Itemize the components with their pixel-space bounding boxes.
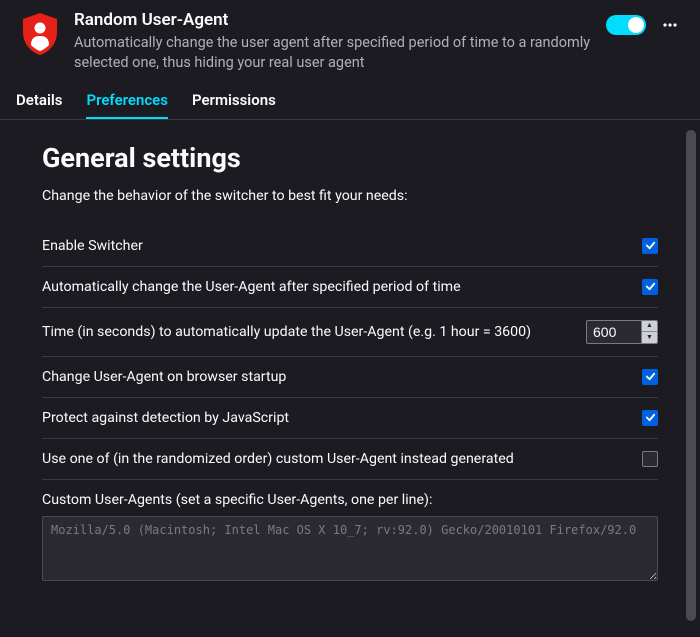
row-custom-list: Custom User-Agents (set a specific User-…	[42, 492, 658, 585]
interval-input[interactable]	[587, 321, 641, 343]
row-auto-change: Automatically change the User-Agent afte…	[42, 267, 658, 308]
tab-bar: Details Preferences Permissions	[0, 82, 700, 120]
section-description: Change the behavior of the switcher to b…	[42, 188, 658, 204]
tab-preferences[interactable]: Preferences	[86, 82, 168, 119]
extension-description: Automatically change the user agent afte…	[74, 33, 596, 74]
label-use-custom: Use one of (in the randomized order) cus…	[42, 451, 630, 467]
row-on-startup: Change User-Agent on browser startup	[42, 357, 658, 398]
interval-step-up[interactable]: ▲	[642, 321, 657, 333]
extension-header: Random User-Agent Automatically change t…	[0, 0, 700, 82]
label-enable-switcher: Enable Switcher	[42, 238, 630, 254]
tab-permissions[interactable]: Permissions	[192, 82, 276, 119]
interval-spinner: ▲ ▼	[641, 321, 657, 343]
extension-title: Random User-Agent	[74, 9, 596, 31]
checkbox-enable-switcher[interactable]	[642, 238, 658, 254]
checkbox-on-startup[interactable]	[642, 369, 658, 385]
row-enable-switcher: Enable Switcher	[42, 226, 658, 267]
custom-ua-textarea[interactable]	[42, 516, 658, 581]
label-protect-js: Protect against detection by JavaScript	[42, 410, 630, 426]
row-protect-js: Protect against detection by JavaScript	[42, 398, 658, 439]
shield-user-icon	[16, 9, 64, 57]
interval-input-wrapper: ▲ ▼	[586, 320, 658, 344]
checkbox-protect-js[interactable]	[642, 410, 658, 426]
section-heading: General settings	[42, 142, 658, 174]
label-interval: Time (in seconds) to automatically updat…	[42, 324, 574, 340]
scrollbar[interactable]	[686, 130, 696, 621]
interval-step-down[interactable]: ▼	[642, 332, 657, 343]
row-interval: Time (in seconds) to automatically updat…	[42, 308, 658, 357]
preferences-panel: General settings Change the behavior of …	[0, 120, 700, 631]
tab-details[interactable]: Details	[16, 82, 62, 119]
label-auto-change: Automatically change the User-Agent afte…	[42, 279, 630, 295]
checkbox-auto-change[interactable]	[642, 279, 658, 295]
checkbox-use-custom[interactable]	[642, 451, 658, 467]
row-use-custom: Use one of (in the randomized order) cus…	[42, 439, 658, 480]
label-custom-list: Custom User-Agents (set a specific User-…	[42, 492, 658, 508]
extension-enable-toggle[interactable]	[606, 15, 646, 35]
label-on-startup: Change User-Agent on browser startup	[42, 369, 630, 385]
more-options-button[interactable]	[656, 11, 684, 39]
